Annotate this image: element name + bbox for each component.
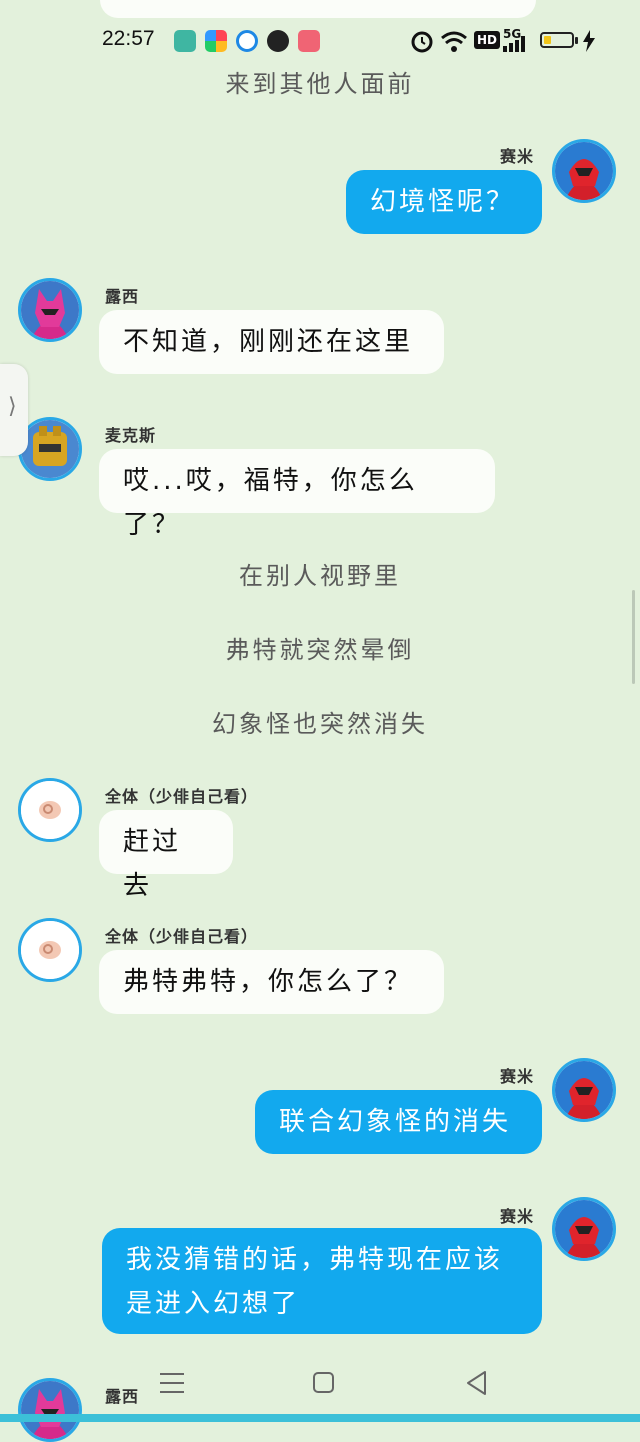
message-bubble[interactable]: 我没猜错的话，弗特现在应该是进入幻想了 (102, 1228, 542, 1334)
back-icon[interactable] (465, 1370, 489, 1396)
browser-notification-icon (236, 30, 258, 52)
alarm-icon (411, 31, 433, 53)
sender-name: 全体（少俳自己看） (105, 927, 259, 946)
narration-line: 弗特就突然晕倒 (225, 636, 415, 664)
app-notification-icon (205, 30, 227, 52)
scrollbar[interactable] (632, 590, 635, 684)
narration-line: 在别人视野里 (239, 562, 401, 590)
sender-name: 全体（少俳自己看） (105, 787, 259, 806)
avatar[interactable] (552, 1197, 616, 1261)
avatar[interactable] (18, 278, 82, 342)
bottom-input-edge (0, 1414, 640, 1422)
partial-message-bubble (100, 0, 536, 18)
message-bubble[interactable]: 不知道，刚刚还在这里 (99, 310, 444, 374)
battery-icon (540, 32, 574, 48)
sender-name: 露西 (105, 1387, 140, 1406)
avatar[interactable] (552, 139, 616, 203)
shop-notification-icon (298, 30, 320, 52)
avatar[interactable] (18, 1378, 82, 1442)
narration-line: 来到其他人面前 (225, 70, 415, 98)
sender-name: 赛米 (500, 1207, 535, 1226)
sender-name: 赛米 (500, 147, 535, 166)
battery-tip (575, 37, 578, 44)
chevron-right-icon: ⟩ (8, 394, 17, 419)
sender-name: 赛米 (500, 1067, 535, 1086)
avatar[interactable] (552, 1058, 616, 1122)
app-notification-icon (174, 30, 196, 52)
avatar[interactable] (18, 918, 82, 982)
menu-icon[interactable] (160, 1372, 186, 1394)
message-bubble[interactable]: 联合幻象怪的消失 (255, 1090, 542, 1154)
home-icon[interactable] (312, 1371, 336, 1395)
paw-notification-icon (267, 30, 289, 52)
wifi-icon (441, 31, 467, 52)
message-bubble[interactable]: 赶过去 (99, 810, 233, 901)
narration-line: 幻象怪也突然消失 (212, 710, 428, 738)
message-bubble[interactable]: 弗特弗特，你怎么了？ (99, 950, 444, 1014)
sender-name: 麦克斯 (105, 426, 157, 445)
message-bubble[interactable]: 幻境怪呢？ (346, 170, 542, 234)
charging-icon (583, 30, 595, 52)
sender-name: 露西 (105, 287, 140, 306)
signal-icon (503, 36, 525, 52)
message-bubble[interactable]: 哎...哎，福特，你怎么了？ (99, 449, 495, 540)
status-time: 22:57 (102, 27, 155, 50)
side-panel-handle[interactable]: ⟩ (0, 364, 28, 456)
avatar[interactable] (18, 778, 82, 842)
hd-badge: HD (474, 31, 501, 49)
